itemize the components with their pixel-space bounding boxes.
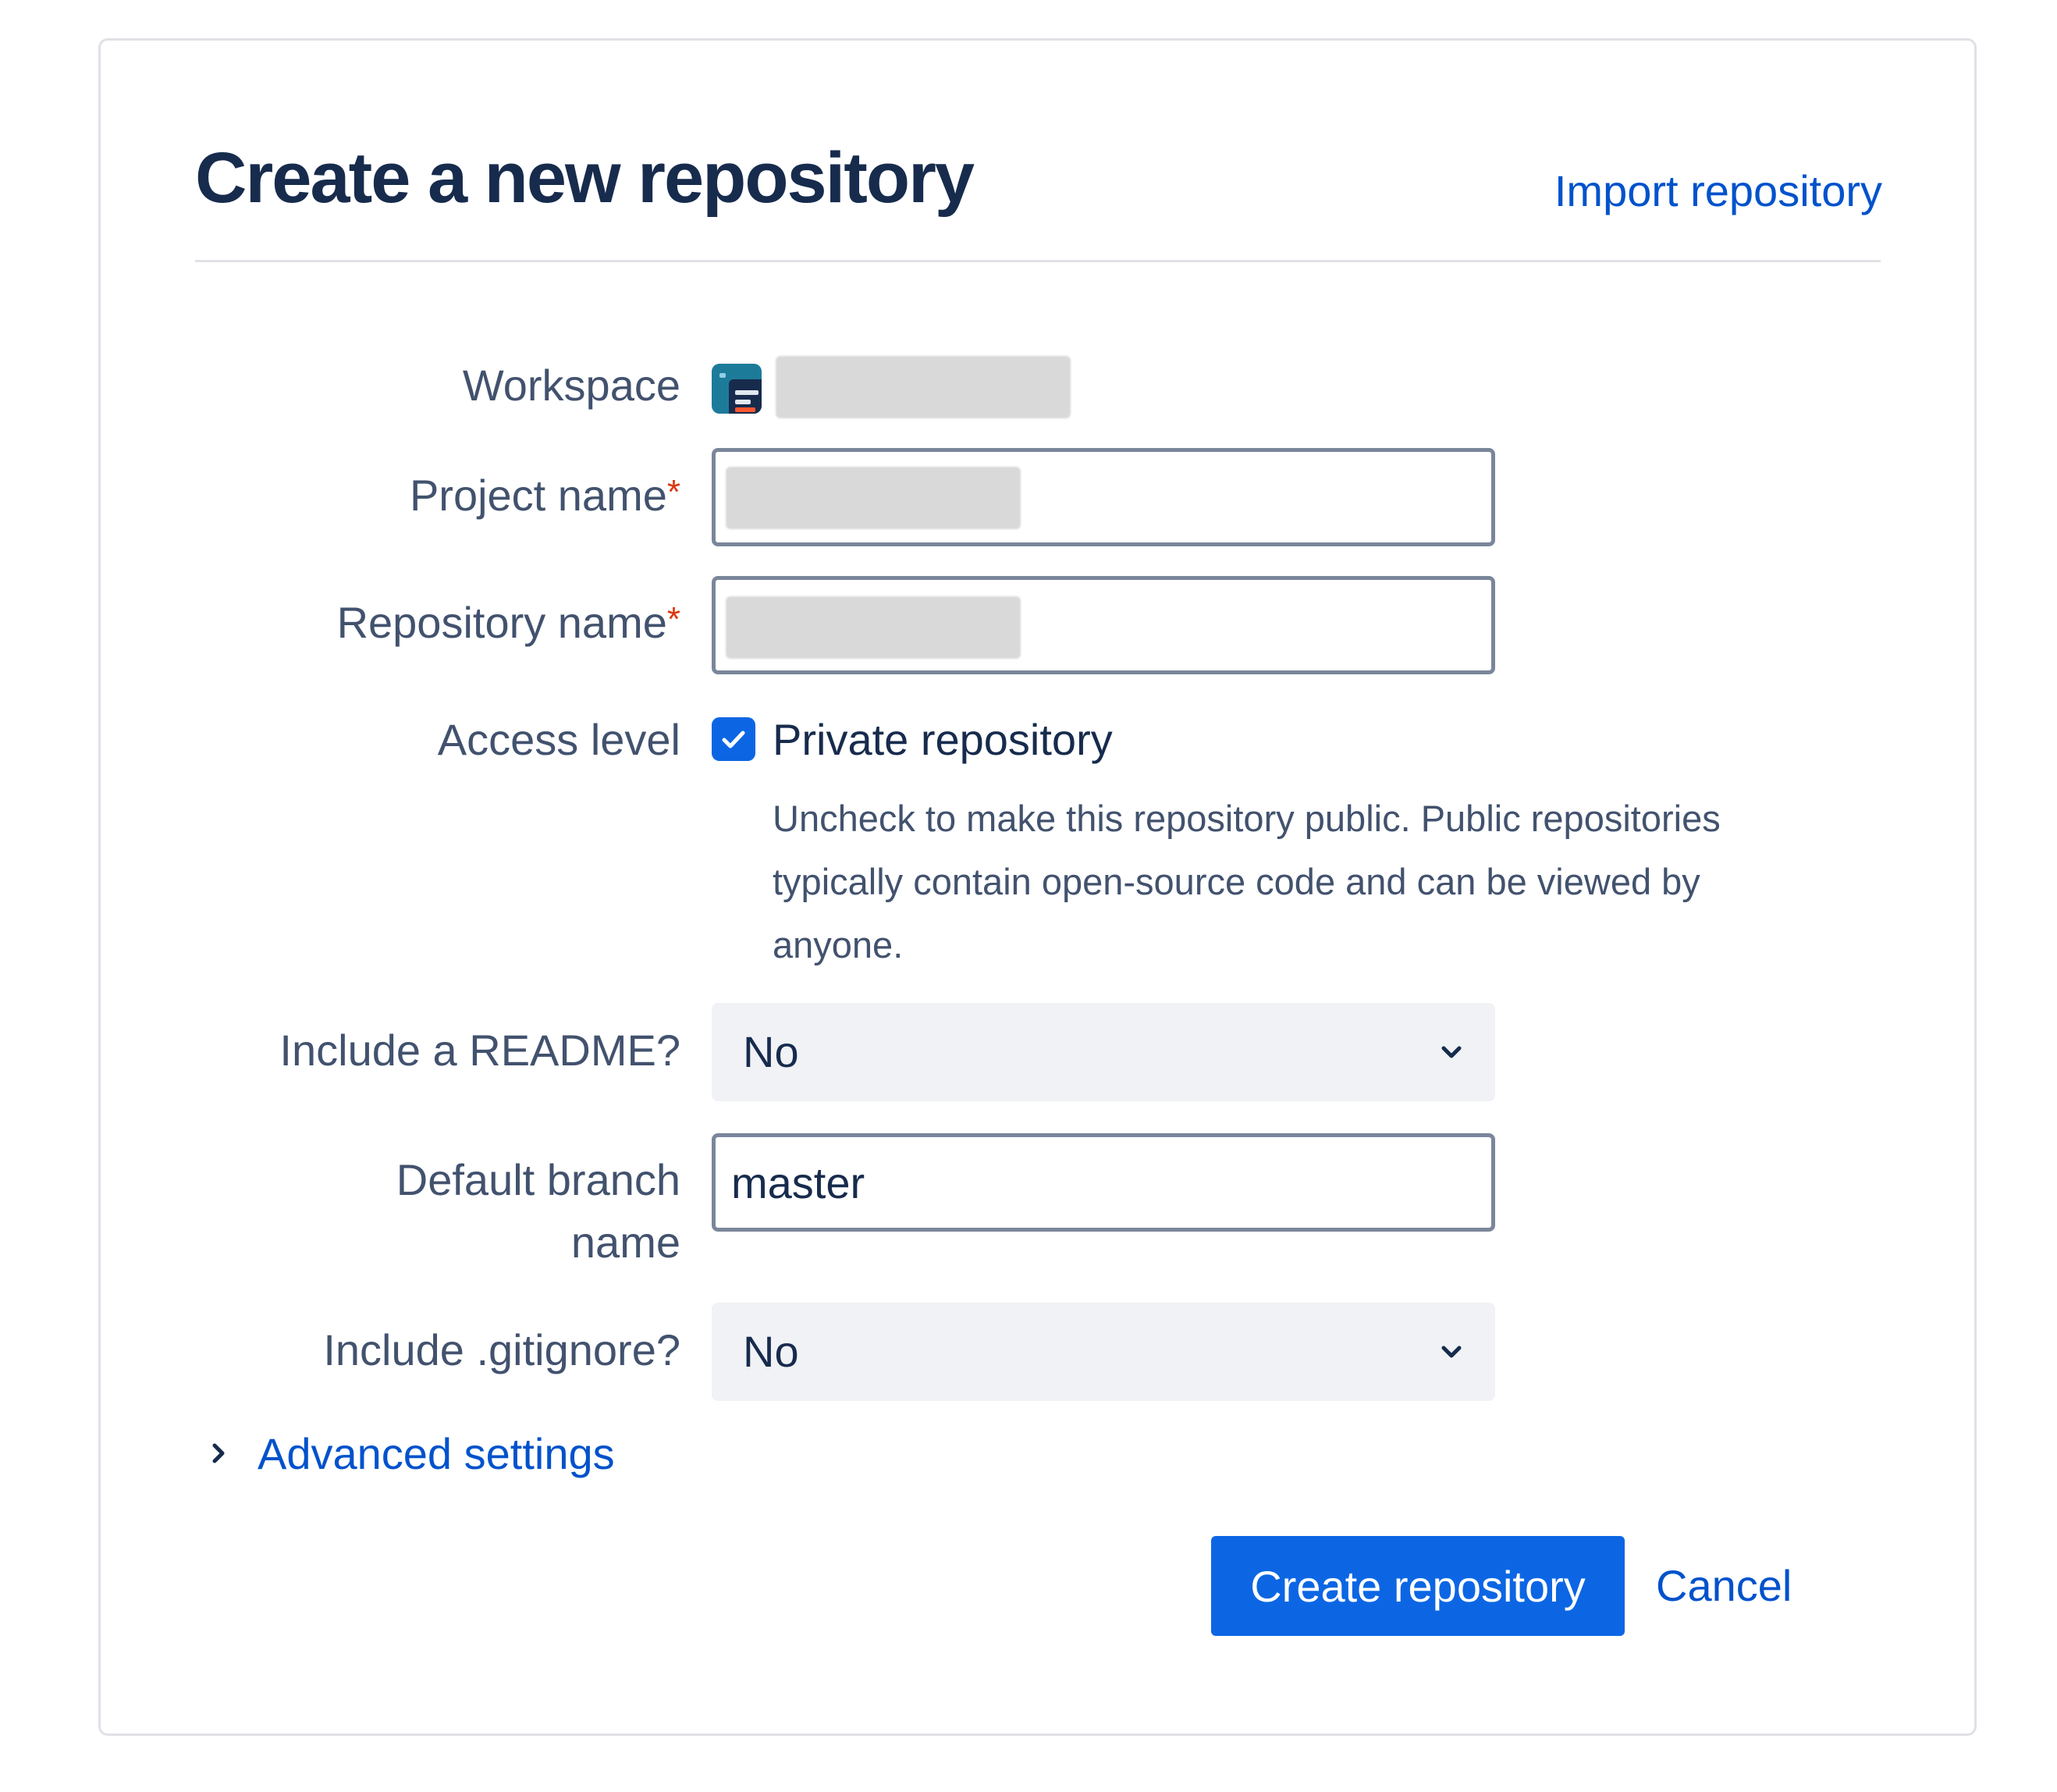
workspace-icon-detail <box>719 373 726 378</box>
readme-select[interactable]: No <box>712 1003 1495 1101</box>
repository-name-label: Repository name* <box>337 592 680 654</box>
header-divider <box>195 260 1881 262</box>
gitignore-label: Include .gitignore? <box>323 1325 680 1374</box>
chevron-right-icon <box>212 1443 225 1463</box>
advanced-settings-toggle[interactable]: Advanced settings <box>203 1422 615 1484</box>
workspace-icon-line <box>735 400 751 404</box>
gitignore-select[interactable]: No <box>712 1303 1495 1401</box>
project-name-label-text: Project name <box>409 471 667 520</box>
chevron-down-icon <box>1441 1046 1462 1058</box>
import-repository-link[interactable]: Import repository <box>1554 165 1882 216</box>
repository-name-label-text: Repository name <box>336 598 667 647</box>
advanced-settings-label[interactable]: Advanced settings <box>258 1428 615 1479</box>
private-repository-checkbox[interactable] <box>712 717 755 761</box>
access-level-help-text: Uncheck to make this repository public. … <box>773 798 1721 965</box>
project-name-label: Project name* <box>410 464 680 527</box>
gitignore-selected-value: No <box>743 1327 799 1376</box>
default-branch-label: Default branch name <box>396 1155 680 1267</box>
repository-name-redacted <box>726 596 1021 659</box>
workspace-label: Workspace <box>462 361 680 410</box>
readme-selected-value: No <box>743 1027 799 1076</box>
private-repository-label[interactable]: Private repository <box>773 709 1113 771</box>
workspace-name-redacted <box>776 356 1071 418</box>
cancel-button[interactable]: Cancel <box>1656 1555 1792 1617</box>
readme-label: Include a README? <box>279 1026 680 1075</box>
workspace-icon-line <box>735 390 758 395</box>
page-title: Create a new repository <box>195 138 975 218</box>
project-name-redacted <box>726 467 1021 529</box>
required-marker: * <box>666 473 680 511</box>
workspace-icon-line <box>735 407 755 412</box>
checkmark-icon <box>722 731 745 748</box>
chevron-down-icon <box>1441 1346 1462 1358</box>
access-level-label: Access level <box>437 715 680 764</box>
required-marker: * <box>666 600 680 638</box>
create-repository-button[interactable]: Create repository <box>1211 1536 1625 1636</box>
default-branch-input[interactable] <box>712 1133 1495 1232</box>
workspace-icon <box>712 364 762 414</box>
